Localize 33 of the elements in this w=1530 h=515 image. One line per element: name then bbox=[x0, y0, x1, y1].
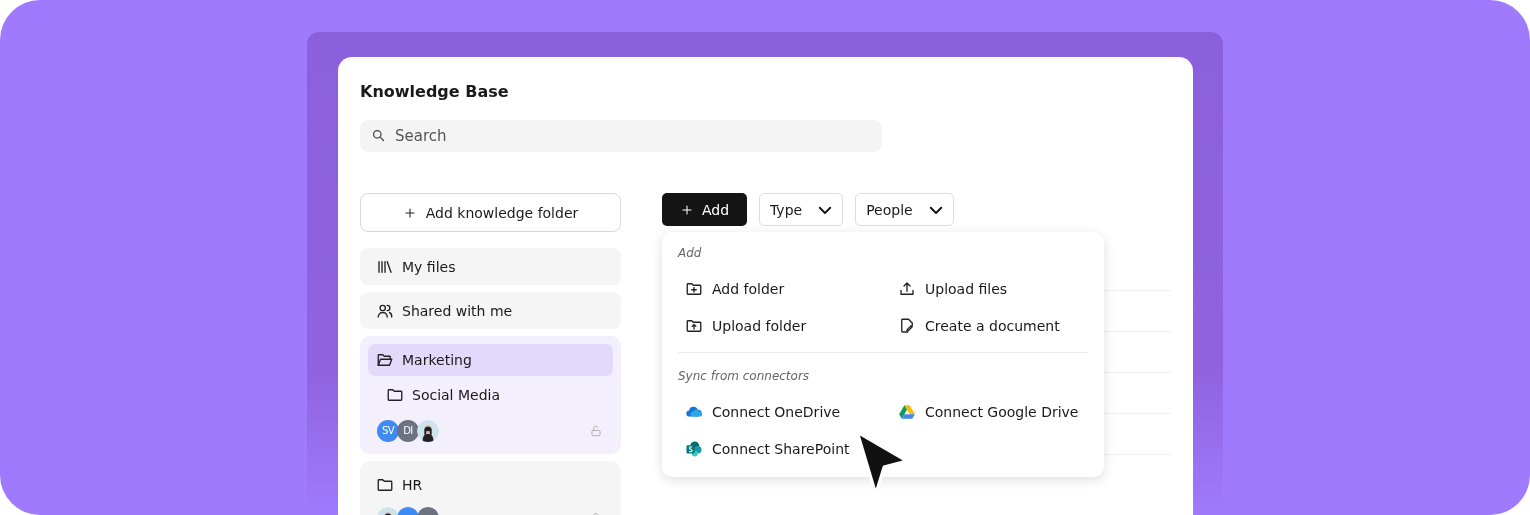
menu-section-title: Sync from connectors bbox=[678, 369, 811, 383]
avatar: SV bbox=[377, 420, 399, 442]
search-field[interactable]: Search bbox=[360, 120, 882, 152]
plus-icon bbox=[402, 205, 417, 220]
sharepoint-icon bbox=[685, 439, 703, 458]
menu-item[interactable]: Connect OneDrive bbox=[678, 393, 891, 430]
menu-item[interactable]: Upload files bbox=[891, 270, 1088, 307]
avatar: DI bbox=[397, 420, 419, 442]
menu-item[interactable]: Connect Google Drive bbox=[891, 393, 1088, 430]
subfolder-item[interactable]: Social Media bbox=[368, 376, 613, 414]
search-icon bbox=[371, 128, 386, 143]
sidebar-item[interactable]: My files bbox=[360, 248, 621, 285]
add-button[interactable]: Add bbox=[662, 193, 747, 226]
menu-item[interactable]: Add folder bbox=[678, 270, 891, 307]
triangle-icon bbox=[898, 402, 916, 421]
folder-icon bbox=[376, 476, 394, 494]
folder-icon bbox=[386, 386, 404, 404]
folder-open-icon bbox=[376, 351, 394, 369]
filter-dropdown[interactable]: People bbox=[855, 193, 954, 226]
window-title: Knowledge Base bbox=[360, 81, 510, 103]
unlocked-icon bbox=[589, 424, 603, 438]
upload-icon bbox=[898, 279, 916, 298]
person-avatar bbox=[417, 420, 439, 442]
plus-icon bbox=[679, 202, 694, 217]
menu-section-title: Add bbox=[678, 246, 703, 260]
sidebar-item[interactable]: Shared with me bbox=[360, 292, 621, 329]
folder-item[interactable]: Marketing bbox=[368, 344, 613, 376]
add-folder-button[interactable]: Add knowledge folder bbox=[360, 193, 621, 232]
folder-item[interactable]: HR bbox=[368, 469, 613, 501]
filter-dropdown[interactable]: Type bbox=[759, 193, 844, 226]
menu-item[interactable]: Create a document bbox=[891, 307, 1088, 344]
document-edit-icon bbox=[898, 316, 916, 335]
menu-item[interactable]: Upload folder bbox=[678, 307, 891, 344]
